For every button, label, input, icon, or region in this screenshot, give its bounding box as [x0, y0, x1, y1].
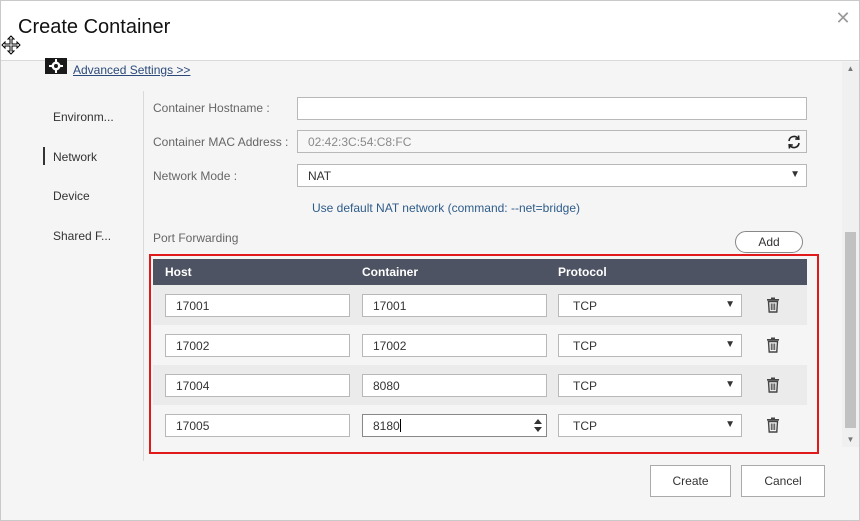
port-forwarding-table: Host Container Protocol 17001 17001 TCP … [153, 259, 807, 447]
gear-icon [45, 58, 67, 74]
mac-address-label: Container MAC Address : [153, 135, 289, 149]
sidebar-item-device[interactable]: Device [53, 189, 90, 203]
table-row: 17005 8180 TCP ▼ [153, 405, 807, 445]
host-port-input[interactable]: 17002 [165, 334, 350, 357]
table-row: 17001 17001 TCP ▼ [153, 285, 807, 325]
trash-icon[interactable] [766, 417, 780, 433]
protocol-select[interactable]: TCP ▼ [558, 414, 742, 437]
protocol-select[interactable]: TCP ▼ [558, 374, 742, 397]
protocol-value: TCP [573, 379, 597, 393]
scroll-up-icon[interactable]: ▲ [842, 62, 859, 76]
dialog-titlebar[interactable]: Create Container ✕ [1, 1, 859, 61]
host-port-input[interactable]: 17004 [165, 374, 350, 397]
protocol-select[interactable]: TCP ▼ [558, 294, 742, 317]
chevron-down-icon: ▼ [725, 299, 735, 310]
scrollbar-thumb[interactable] [845, 232, 856, 428]
hostname-label: Container Hostname : [153, 101, 270, 115]
create-container-dialog: Create Container ✕ Advanced Settings >> … [0, 0, 860, 521]
nat-hint-text: Use default NAT network (command: --net=… [312, 201, 581, 215]
text-cursor [399, 419, 401, 432]
container-port-input[interactable]: 17001 [362, 294, 547, 317]
mac-address-value: 02:42:3C:54:C8:FC [308, 135, 412, 149]
network-mode-select[interactable]: NAT ▼ [297, 164, 807, 187]
network-mode-value: NAT [308, 169, 332, 183]
column-host: Host [165, 265, 192, 279]
protocol-value: TCP [573, 339, 597, 353]
advanced-settings-link[interactable]: Advanced Settings >> [73, 63, 190, 77]
sidebar-item-shared-folders[interactable]: Shared F... [53, 229, 111, 243]
chevron-down-icon: ▼ [725, 379, 735, 390]
trash-icon[interactable] [766, 337, 780, 353]
host-port-input[interactable]: 17005 [165, 414, 350, 437]
chevron-down-icon: ▼ [725, 419, 735, 430]
mac-address-field: 02:42:3C:54:C8:FC [297, 130, 807, 153]
host-port-input[interactable]: 17001 [165, 294, 350, 317]
container-port-input[interactable]: 8080 [362, 374, 547, 397]
refresh-icon[interactable] [786, 134, 802, 150]
table-row: 17004 8080 TCP ▼ [153, 365, 807, 405]
add-port-button[interactable]: Add [735, 231, 803, 253]
chevron-down-icon: ▼ [790, 169, 800, 180]
hostname-input[interactable] [297, 97, 807, 120]
sidebar-item-environment[interactable]: Environm... [53, 110, 114, 124]
container-port-value: 8180 [373, 419, 400, 433]
cancel-button[interactable]: Cancel [741, 465, 825, 497]
dialog-title: Create Container [18, 16, 171, 38]
sidebar-item-network[interactable]: Network [53, 150, 97, 164]
spinner-arrows-icon[interactable] [533, 418, 543, 433]
protocol-value: TCP [573, 419, 597, 433]
create-button[interactable]: Create [650, 465, 731, 497]
vertical-scrollbar[interactable]: ▲ ▼ [842, 62, 859, 447]
scroll-down-icon[interactable]: ▼ [842, 433, 859, 447]
trash-icon[interactable] [766, 297, 780, 313]
column-protocol: Protocol [558, 265, 607, 279]
network-mode-label: Network Mode : [153, 169, 238, 183]
close-icon[interactable]: ✕ [833, 8, 853, 28]
move-cursor-icon [1, 35, 21, 55]
table-row: 17002 17002 TCP ▼ [153, 325, 807, 365]
protocol-select[interactable]: TCP ▼ [558, 334, 742, 357]
sidebar-active-indicator [43, 147, 45, 165]
container-port-input[interactable]: 8180 [362, 414, 547, 437]
sidebar-divider [143, 91, 144, 461]
column-container: Container [362, 265, 419, 279]
container-port-input[interactable]: 17002 [362, 334, 547, 357]
port-forwarding-label: Port Forwarding [153, 231, 239, 245]
protocol-value: TCP [573, 299, 597, 313]
chevron-down-icon: ▼ [725, 339, 735, 350]
trash-icon[interactable] [766, 377, 780, 393]
table-header: Host Container Protocol [153, 259, 807, 285]
